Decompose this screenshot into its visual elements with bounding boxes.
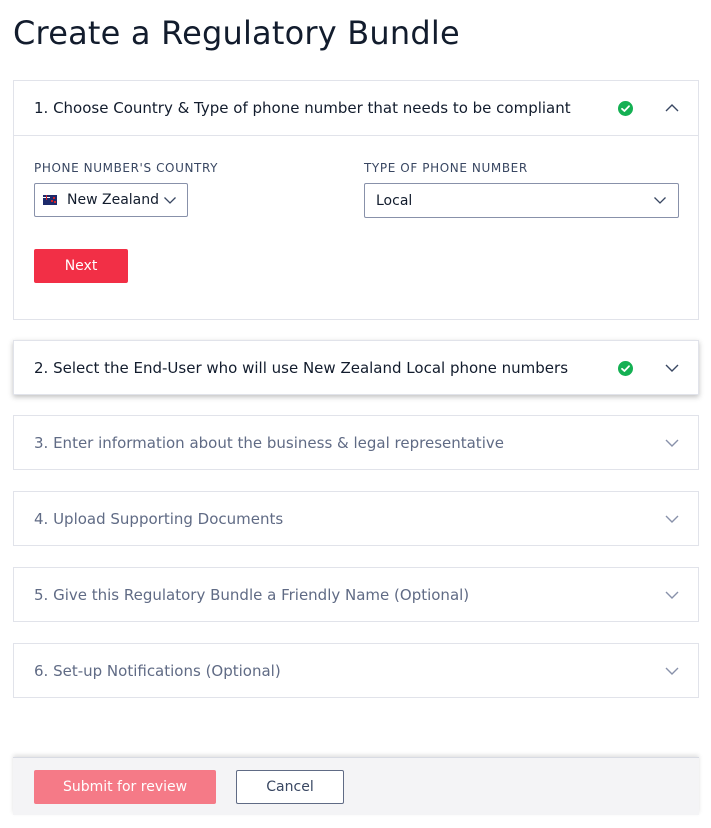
page: Create a Regulatory Bundle 1. Choose Cou… [0, 0, 711, 828]
country-select-value: New Zealand [67, 192, 159, 208]
section-choose-country: 1. Choose Country & Type of phone number… [13, 80, 699, 320]
chevron-down-icon[interactable] [664, 587, 680, 603]
section-title-1: 1. Choose Country & Type of phone number… [34, 99, 571, 117]
chevron-down-icon[interactable] [664, 511, 680, 527]
chevron-down-icon[interactable] [664, 663, 680, 679]
section-header-3[interactable]: 3. Enter information about the business … [14, 416, 698, 470]
phone-type-select[interactable]: Local [364, 183, 679, 218]
chevron-up-icon[interactable] [664, 100, 680, 116]
section-notifications: 6. Set-up Notifications (Optional) [13, 643, 699, 698]
section-select-end-user: 2. Select the End-User who will use New … [13, 340, 699, 395]
section-business-info: 3. Enter information about the business … [13, 415, 699, 470]
check-circle-icon [618, 361, 633, 376]
section-title-6: 6. Set-up Notifications (Optional) [34, 662, 281, 680]
section-header-2[interactable]: 2. Select the End-User who will use New … [14, 341, 698, 395]
footer-action-bar: Submit for review Cancel [13, 757, 699, 815]
chevron-down-icon[interactable] [664, 360, 680, 376]
country-field-label: PHONE NUMBER'S COUNTRY [34, 161, 219, 175]
page-title: Create a Regulatory Bundle [13, 14, 460, 52]
country-select[interactable]: New Zealand [34, 183, 188, 217]
chevron-down-icon [163, 193, 177, 211]
section-friendly-name: 5. Give this Regulatory Bundle a Friendl… [13, 567, 699, 622]
section-title-2: 2. Select the End-User who will use New … [34, 359, 569, 377]
section-body-1: PHONE NUMBER'S COUNTRY New Zealand TYPE … [14, 136, 698, 320]
section-title-4: 4. Upload Supporting Documents [34, 510, 284, 528]
section-header-6[interactable]: 6. Set-up Notifications (Optional) [14, 644, 698, 698]
chevron-down-icon[interactable] [664, 435, 680, 451]
section-header-5[interactable]: 5. Give this Regulatory Bundle a Friendl… [14, 568, 698, 622]
cancel-button[interactable]: Cancel [236, 770, 344, 804]
section-title-3: 3. Enter information about the business … [34, 434, 504, 452]
submit-for-review-button[interactable]: Submit for review [34, 770, 216, 804]
section-header-4[interactable]: 4. Upload Supporting Documents [14, 492, 698, 546]
section-header-1[interactable]: 1. Choose Country & Type of phone number… [14, 81, 698, 136]
new-zealand-flag-icon [43, 195, 57, 205]
section-title-5: 5. Give this Regulatory Bundle a Friendl… [34, 586, 470, 604]
check-circle-icon [618, 101, 633, 116]
chevron-down-icon [653, 193, 667, 211]
section-upload-documents: 4. Upload Supporting Documents [13, 491, 699, 546]
next-button[interactable]: Next [34, 249, 128, 283]
type-field-label: TYPE OF PHONE NUMBER [364, 161, 528, 175]
phone-type-select-value: Local [376, 192, 413, 209]
